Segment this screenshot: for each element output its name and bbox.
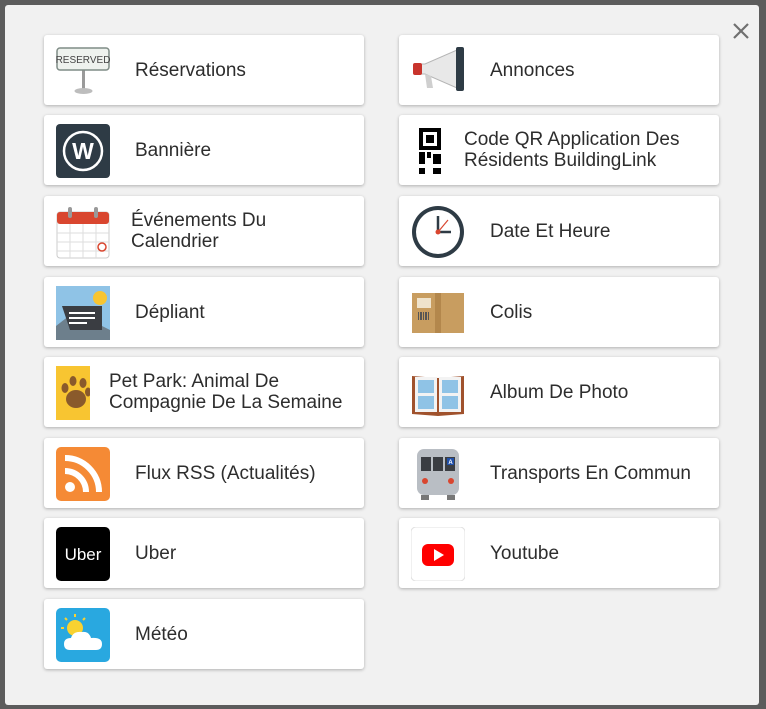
weather-icon	[56, 608, 110, 662]
uber-logo-text: Uber	[65, 545, 102, 564]
subway-train-icon: A	[417, 449, 459, 500]
rss-icon	[56, 447, 110, 501]
youtube-icon	[411, 527, 465, 581]
widget-card-calendar[interactable]: Événements Du Calendrier	[44, 196, 364, 266]
widget-label: Météo	[135, 623, 188, 645]
widget-label: Annonces	[490, 59, 575, 81]
widget-label: Réservations	[135, 59, 246, 81]
paw-icon	[56, 366, 90, 420]
calendar-icon	[56, 207, 110, 259]
widget-card-album[interactable]: Album De Photo	[399, 357, 719, 427]
widget-card-weather[interactable]: Météo	[44, 599, 364, 669]
photo-album-icon	[412, 376, 464, 416]
reserved-sign-icon: RESERVED	[56, 47, 110, 94]
widget-card-qr[interactable]: Code QR Application Des Résidents Buildi…	[399, 115, 719, 185]
widget-label: Date Et Heure	[490, 220, 611, 242]
widget-label: Colis	[490, 301, 533, 323]
flyer-icon	[56, 286, 110, 340]
widget-card-reservations[interactable]: RESERVED Réservations	[44, 35, 364, 105]
close-icon[interactable]	[727, 17, 755, 45]
widget-label: Code QR Application Des Résidents Buildi…	[464, 129, 680, 171]
widget-card-banner[interactable]: W Bannière	[44, 115, 364, 185]
widget-card-announcements[interactable]: Annonces	[399, 35, 719, 105]
widget-label: Événements Du Calendrier	[131, 210, 267, 252]
widget-label: Bannière	[135, 139, 212, 161]
widget-card-packages[interactable]: Colis	[399, 277, 719, 347]
widget-label: Dépliant	[135, 301, 205, 323]
qr-code-icon	[419, 128, 441, 174]
widget-label: Transports En Commun	[490, 462, 691, 484]
clock-icon	[412, 206, 464, 258]
widget-label: Uber	[135, 542, 177, 564]
banner-w-icon: W	[56, 124, 110, 178]
banner-logo-letter: W	[72, 138, 94, 164]
widget-label: Flux RSS (Actualités)	[135, 462, 316, 484]
widget-card-uber[interactable]: Uber Uber	[44, 518, 364, 588]
widget-label: Youtube	[490, 542, 560, 564]
megaphone-icon	[413, 47, 464, 91]
widget-card-flyer[interactable]: Dépliant	[44, 277, 364, 347]
widget-card-transit[interactable]: A Transports En Commun	[399, 438, 719, 508]
widget-label: Pet Park: Animal De Compagnie De La Sema…	[109, 371, 343, 413]
uber-logo-icon: Uber	[56, 527, 110, 581]
package-icon	[412, 293, 464, 333]
reserved-sign-text: RESERVED	[56, 55, 110, 66]
widget-label: Album De Photo	[490, 381, 629, 403]
widget-card-rss[interactable]: Flux RSS (Actualités)	[44, 438, 364, 508]
train-line-letter: A	[448, 460, 453, 466]
widget-card-youtube[interactable]: Youtube	[399, 518, 719, 588]
widget-card-datetime[interactable]: Date Et Heure	[399, 196, 719, 266]
widget-picker-dialog: RESERVED Réservations Annonces W Bannièr…	[5, 5, 759, 705]
widget-card-petpark[interactable]: Pet Park: Animal De Compagnie De La Sema…	[44, 357, 364, 427]
